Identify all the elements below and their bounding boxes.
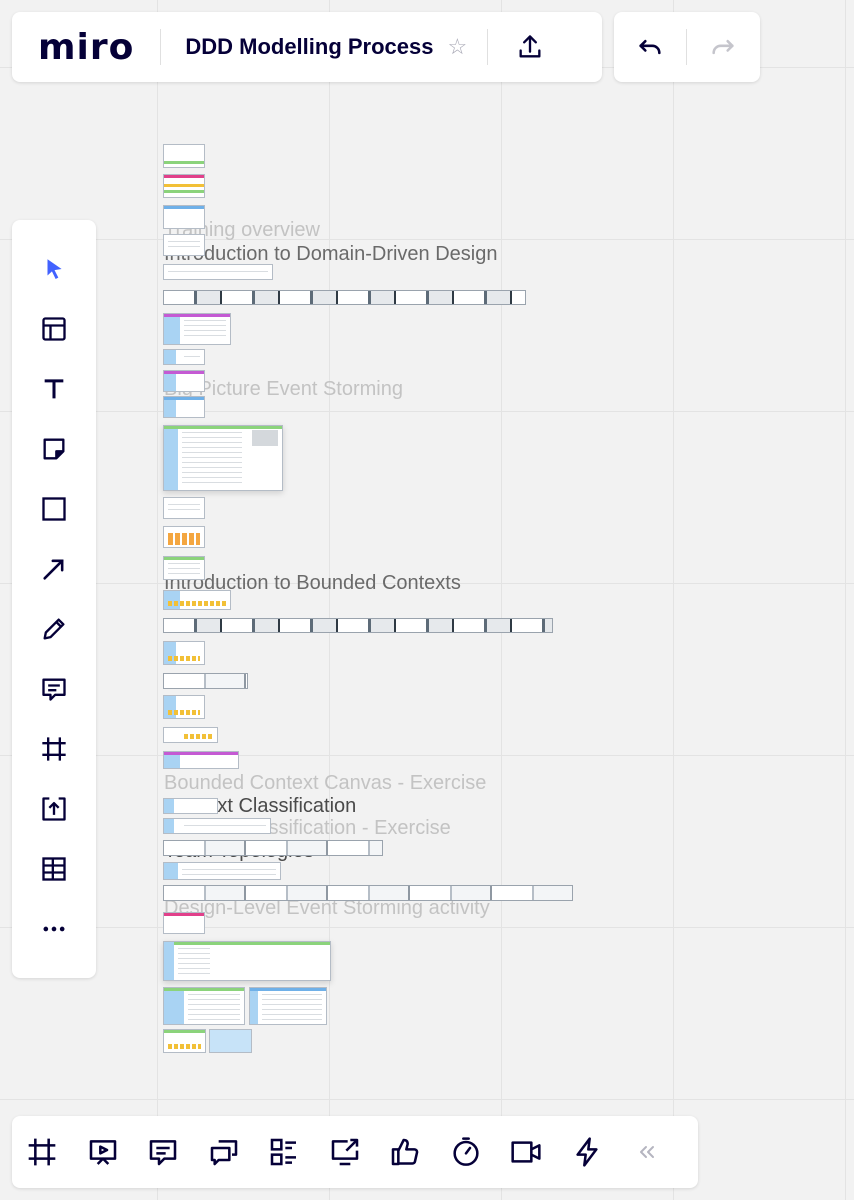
select-tool[interactable] (12, 244, 96, 294)
frame-tool[interactable] (12, 724, 96, 774)
collapse-toolbar-button[interactable] (617, 1116, 678, 1188)
slide-strip[interactable] (163, 885, 573, 901)
video-button[interactable] (496, 1116, 557, 1188)
apps-button[interactable] (557, 1116, 618, 1188)
shape-tool[interactable] (12, 484, 96, 534)
upload-icon (519, 35, 541, 58)
frame-thumbnail[interactable] (163, 497, 205, 519)
more-icon (43, 926, 65, 932)
slide-strip[interactable] (163, 290, 526, 305)
text-tool[interactable] (12, 364, 96, 414)
creation-toolbar (12, 220, 96, 978)
collaboration-toolbar (12, 1116, 698, 1188)
frame-thumbnail[interactable] (163, 641, 205, 665)
redo-icon (712, 39, 734, 55)
frame-thumbnail[interactable] (163, 144, 205, 168)
comments-icon (149, 1140, 177, 1166)
timer-button[interactable] (436, 1116, 497, 1188)
frame-thumbnail[interactable] (209, 1029, 252, 1053)
frame-thumbnail[interactable] (163, 234, 205, 256)
table-icon (42, 857, 66, 881)
pen-tool[interactable] (12, 604, 96, 654)
undo-icon (639, 39, 661, 55)
presentation-icon (89, 1140, 117, 1165)
frame-thumbnail[interactable] (163, 370, 205, 392)
frames-icon (28, 1138, 56, 1166)
share-button[interactable] (488, 12, 572, 82)
frame-thumbnail-large[interactable] (163, 941, 331, 981)
select-icon (47, 259, 62, 279)
chat-icon (210, 1140, 238, 1166)
miro-logo[interactable]: miro (38, 27, 134, 68)
frame-thumbnail[interactable] (163, 174, 205, 198)
frame-thumbnail[interactable] (163, 818, 271, 834)
card-list-icon (270, 1138, 297, 1166)
frame-thumbnail[interactable] (163, 727, 218, 743)
frame-thumbnail[interactable] (163, 862, 281, 880)
star-icon[interactable]: ☆ (448, 34, 468, 60)
frame-icon (42, 737, 66, 761)
frame-thumbnail[interactable] (163, 264, 273, 280)
frame-thumbnail[interactable] (163, 912, 205, 934)
arrow-icon (43, 559, 64, 580)
share-screen-button[interactable] (315, 1116, 376, 1188)
frame-thumbnail-large[interactable] (163, 425, 283, 491)
frames-button[interactable] (12, 1116, 73, 1188)
comment-tool[interactable] (12, 664, 96, 714)
sticky-note-icon (43, 438, 65, 460)
frame-title-intro-ddd[interactable]: Introduction to Domain-Driven Design (164, 243, 498, 266)
frame-thumbnail[interactable] (163, 396, 205, 418)
card-list-button[interactable] (254, 1116, 315, 1188)
templates-tool[interactable] (12, 304, 96, 354)
shape-icon (42, 497, 66, 521)
board-title[interactable]: DDD Modelling Process (185, 34, 433, 60)
video-icon (511, 1141, 541, 1163)
frame-thumbnail[interactable] (163, 1029, 206, 1053)
board-header: miro DDD Modelling Process ☆ (12, 12, 602, 82)
share-screen-icon (331, 1138, 359, 1166)
collapse-icon (640, 1146, 655, 1158)
pen-icon (43, 618, 65, 640)
presentation-button[interactable] (73, 1116, 134, 1188)
frame-thumbnail[interactable] (163, 798, 218, 814)
sticky-note-tool[interactable] (12, 424, 96, 474)
apps-icon (576, 1137, 598, 1167)
frame-title-bc-canvas-exercise[interactable]: Bounded Context Canvas - Exercise (164, 772, 486, 795)
table-tool[interactable] (12, 844, 96, 894)
frame-thumbnail[interactable] (163, 751, 239, 769)
arrow-tool[interactable] (12, 544, 96, 594)
board-canvas[interactable]: Training overview Introduction to Domain… (0, 0, 854, 1200)
more-tools[interactable] (12, 904, 96, 954)
frame-thumbnail[interactable] (163, 590, 231, 610)
frame-thumbnail[interactable] (163, 695, 205, 719)
upload-tool[interactable] (12, 784, 96, 834)
frame-thumbnail[interactable] (163, 313, 231, 345)
comment-icon (42, 678, 66, 701)
timer-icon (453, 1137, 479, 1166)
frame-thumbnail[interactable] (163, 526, 205, 548)
upload-icon (42, 797, 66, 821)
text-icon (44, 379, 64, 399)
slide-strip[interactable] (163, 618, 553, 633)
undo-button[interactable] (614, 12, 686, 82)
comments-button[interactable] (133, 1116, 194, 1188)
voting-button[interactable] (375, 1116, 436, 1188)
slide-strip[interactable] (163, 673, 248, 689)
redo-button[interactable] (687, 12, 759, 82)
divider (160, 29, 162, 65)
chat-button[interactable] (194, 1116, 255, 1188)
slide-strip[interactable] (163, 840, 383, 856)
templates-icon (42, 317, 66, 341)
voting-icon (391, 1138, 419, 1166)
frame-thumbnail[interactable] (249, 987, 327, 1025)
history-panel (614, 12, 760, 82)
frame-thumbnail[interactable] (163, 349, 205, 365)
frame-thumbnail[interactable] (163, 556, 205, 580)
frame-thumbnail[interactable] (163, 987, 245, 1025)
frame-thumbnail[interactable] (163, 205, 205, 229)
